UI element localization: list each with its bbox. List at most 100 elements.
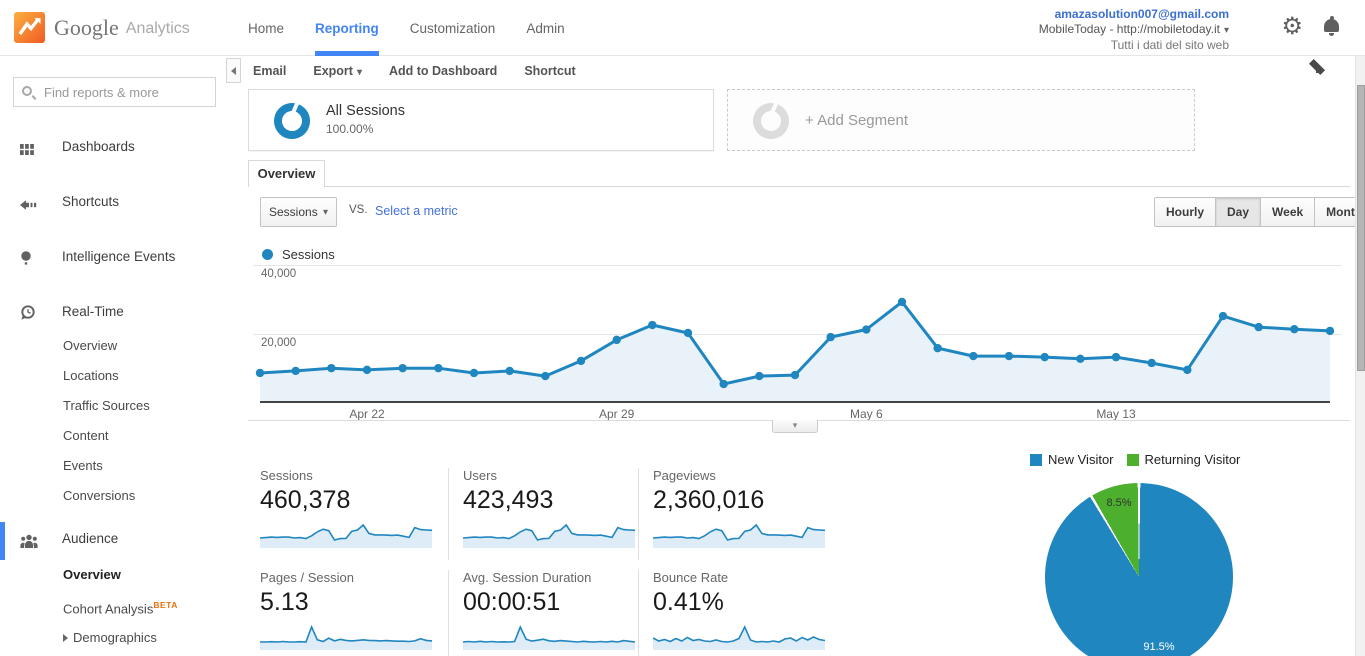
sidebar-item-audience[interactable]: Audience bbox=[0, 526, 245, 552]
report-main: Email Export▾ Add to Dashboard Shortcut … bbox=[245, 56, 1355, 656]
users-sparkline[interactable] bbox=[463, 522, 635, 548]
metric-value: 00:00:51 bbox=[463, 588, 634, 617]
metric-value: 5.13 bbox=[260, 588, 446, 617]
sidebar-subitem-conversions[interactable]: Conversions bbox=[63, 486, 238, 506]
export-label: Export bbox=[313, 64, 353, 78]
sidebar-subitem-cohort-analysis[interactable]: Cohort AnalysisBETA bbox=[63, 595, 238, 615]
sidebar-item-shortcuts[interactable]: Shortcuts bbox=[0, 189, 245, 215]
beta-badge: BETA bbox=[153, 600, 178, 610]
chart-expander-button[interactable]: ▾ bbox=[772, 420, 818, 433]
chart-legend: Sessions bbox=[262, 247, 335, 262]
sessions-line-chart[interactable] bbox=[260, 261, 1330, 403]
pie-slice-label-returning: 8.5% bbox=[1089, 497, 1149, 509]
x-axis-labels: Apr 22Apr 29May 6May 13 bbox=[245, 407, 1345, 421]
chevron-down-icon: ▾ bbox=[1224, 25, 1229, 36]
education-cap-icon[interactable] bbox=[1307, 57, 1327, 77]
sidebar-subitem-audience-overview[interactable]: Overview bbox=[63, 565, 238, 585]
account-switcher[interactable]: amazasolution007@gmail.com MobileToday -… bbox=[1039, 7, 1229, 53]
add-segment-button[interactable]: + Add Segment bbox=[727, 89, 1195, 151]
google-analytics-logo[interactable]: Google Analytics bbox=[14, 12, 190, 43]
nav-home[interactable]: Home bbox=[248, 0, 284, 56]
metric-card-users: Users 423,493 bbox=[448, 468, 634, 560]
sidebar-subitem-traffic-sources[interactable]: Traffic Sources bbox=[63, 396, 238, 416]
sessions-sparkline[interactable] bbox=[260, 522, 432, 548]
sidebar-subitem-events[interactable]: Events bbox=[63, 456, 238, 476]
metric-label: Sessions bbox=[260, 468, 446, 483]
tab-overview[interactable]: Overview bbox=[248, 160, 325, 187]
select-a-metric-link[interactable]: Select a metric bbox=[375, 204, 458, 218]
add-to-dashboard-button[interactable]: Add to Dashboard bbox=[389, 64, 497, 78]
shortcut-button[interactable]: Shortcut bbox=[524, 64, 575, 78]
app-header: Google Analytics Home Reporting Customiz… bbox=[0, 0, 1365, 56]
collapse-arrow-icon bbox=[231, 67, 236, 75]
metric-selector-dropdown[interactable]: Sessions ▾ bbox=[260, 197, 337, 227]
expand-arrow-icon bbox=[63, 634, 68, 642]
legend-returning-visitor: Returning Visitor bbox=[1127, 452, 1241, 467]
metric-card-avg-session-duration: Avg. Session Duration 00:00:51 bbox=[448, 570, 634, 656]
session-duration-sparkline[interactable] bbox=[463, 624, 635, 650]
demographics-label: Demographics bbox=[73, 630, 157, 645]
cohort-label: Cohort Analysis bbox=[63, 601, 153, 616]
metric-card-bounce-rate: Bounce Rate 0.41% bbox=[638, 570, 824, 656]
metric-label: Users bbox=[463, 468, 634, 483]
metric-card-pageviews: Pageviews 2,360,016 bbox=[638, 468, 824, 560]
x-axis-tick: May 6 bbox=[831, 407, 901, 421]
metric-value: 2,360,016 bbox=[653, 486, 824, 515]
vs-label: VS. bbox=[349, 204, 368, 216]
pageviews-sparkline[interactable] bbox=[653, 522, 825, 548]
legend-label: New Visitor bbox=[1048, 452, 1114, 467]
real-time-clock-icon bbox=[20, 304, 36, 330]
dashboards-grid-icon bbox=[20, 139, 34, 165]
metric-selector-label: Sessions bbox=[269, 205, 318, 219]
sidebar-item-label: Real-Time bbox=[62, 299, 124, 325]
notifications-bell-icon[interactable] bbox=[1324, 19, 1339, 32]
primary-nav: Home Reporting Customization Admin bbox=[248, 0, 596, 56]
nav-customization[interactable]: Customization bbox=[410, 0, 496, 56]
nav-reporting[interactable]: Reporting bbox=[315, 0, 379, 56]
metric-value: 460,378 bbox=[260, 486, 446, 515]
sidebar-item-label: Dashboards bbox=[62, 134, 135, 160]
sidebar-item-dashboards[interactable]: Dashboards bbox=[0, 134, 245, 160]
sidebar-subitem-demographics[interactable]: Demographics bbox=[63, 628, 238, 648]
report-search bbox=[13, 77, 216, 107]
vertical-scrollbar-thumb[interactable] bbox=[1357, 85, 1365, 371]
account-email[interactable]: amazasolution007@gmail.com bbox=[1039, 7, 1229, 22]
sidebar-collapse-button[interactable] bbox=[226, 58, 241, 83]
bounce-rate-sparkline[interactable] bbox=[653, 624, 825, 650]
pie-slice-label-new: 91.5% bbox=[1129, 641, 1189, 653]
granularity-hourly-button[interactable]: Hourly bbox=[1154, 197, 1216, 227]
sidebar-item-intelligence-events[interactable]: Intelligence Events bbox=[0, 244, 245, 270]
email-button[interactable]: Email bbox=[253, 64, 286, 78]
sidebar-item-label: Shortcuts bbox=[62, 189, 119, 215]
export-button[interactable]: Export▾ bbox=[313, 64, 362, 78]
report-toolbar: Email Export▾ Add to Dashboard Shortcut bbox=[253, 56, 603, 85]
sidebar: Dashboards Shortcuts Intelligence Events… bbox=[0, 56, 245, 656]
account-view: Tutti i dati del sito web bbox=[1039, 38, 1229, 53]
sidebar-item-real-time[interactable]: Real-Time bbox=[0, 299, 245, 325]
vertical-scrollbar-track[interactable] bbox=[1355, 56, 1365, 656]
sidebar-item-label: Audience bbox=[62, 526, 118, 552]
new-visitor-swatch bbox=[1030, 454, 1042, 466]
tabstrip-divider bbox=[248, 186, 1350, 187]
granularity-week-button[interactable]: Week bbox=[1260, 197, 1315, 227]
metric-label: Pageviews bbox=[653, 468, 824, 483]
sidebar-subitem-locations[interactable]: Locations bbox=[63, 366, 238, 386]
analytics-logo-icon bbox=[14, 12, 45, 43]
legend-label: Returning Visitor bbox=[1145, 452, 1241, 467]
account-property[interactable]: MobileToday - http://mobiletoday.it▾ bbox=[1039, 22, 1229, 39]
x-axis-tick: May 13 bbox=[1081, 407, 1151, 421]
granularity-day-button[interactable]: Day bbox=[1215, 197, 1261, 227]
segment-all-sessions[interactable]: All Sessions 100.00% bbox=[248, 89, 714, 151]
metric-label: Bounce Rate bbox=[653, 570, 824, 585]
legend-new-visitor: New Visitor bbox=[1030, 452, 1114, 467]
sidebar-subitem-content[interactable]: Content bbox=[63, 426, 238, 446]
search-input[interactable] bbox=[13, 77, 216, 107]
segment-percent: 100.00% bbox=[326, 122, 373, 136]
sidebar-item-label: Intelligence Events bbox=[62, 244, 175, 270]
settings-gear-icon[interactable]: ⚙ bbox=[1281, 13, 1303, 41]
metric-value: 0.41% bbox=[653, 588, 824, 617]
nav-admin[interactable]: Admin bbox=[526, 0, 564, 56]
sidebar-subitem-realtime-overview[interactable]: Overview bbox=[63, 336, 238, 356]
add-segment-label: + Add Segment bbox=[805, 112, 908, 129]
pages-session-sparkline[interactable] bbox=[260, 624, 432, 650]
